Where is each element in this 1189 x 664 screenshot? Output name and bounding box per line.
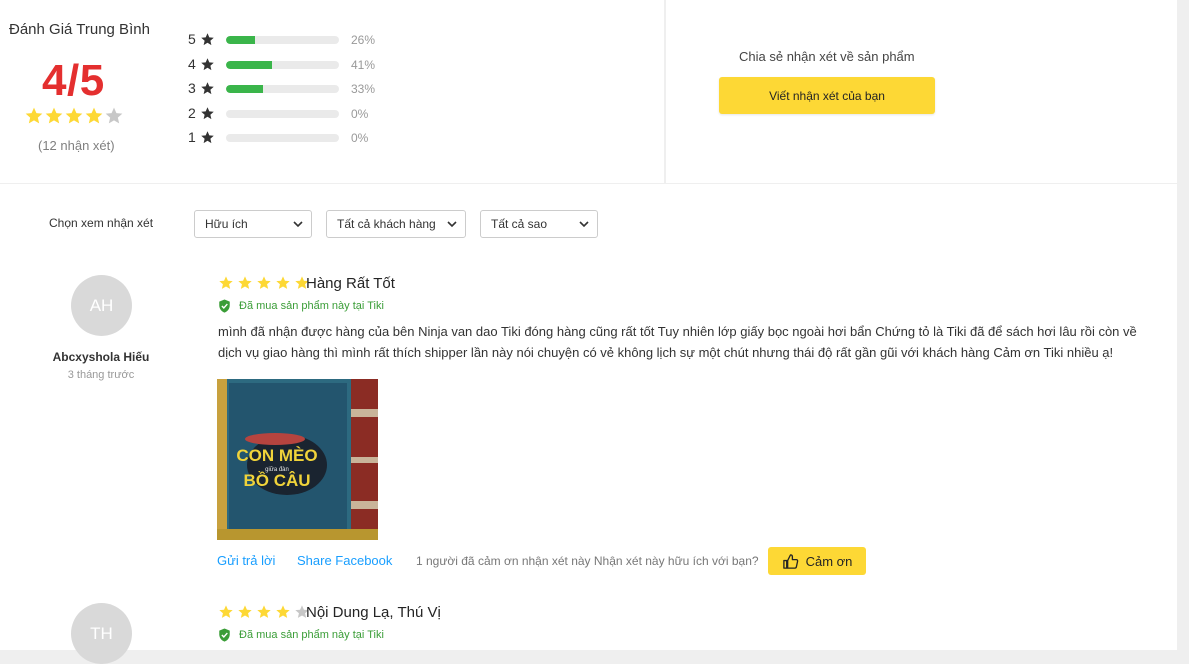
verified-purchase: Đã mua sản phẩm này tại Tiki [218,628,384,642]
rating-summary-panel: Đánh Giá Trung Bình 4/5 (12 nhận xét) 5 … [0,0,664,183]
review-content: mình đã nhận được hàng của bên Ninja van… [218,324,1137,360]
review-photo[interactable]: CON MÈO giữa đàn BỒ CÂU [217,379,378,540]
distribution-percent: 0% [351,131,369,145]
review-stars [218,275,313,291]
star-icon [24,106,44,126]
customer-filter-value: Tất cả khách hàng [337,217,436,231]
star-filter-select[interactable]: Tất cả sao [480,210,598,238]
customer-filter-select[interactable]: Tất cả khách hàng [326,210,466,238]
write-review-button[interactable]: Viết nhận xét của bạn [719,77,935,114]
distribution-star-level: 2 [188,104,196,121]
avatar: AH [71,275,132,336]
distribution-fill [226,85,264,93]
thumbs-up-icon [782,553,799,570]
sort-select-value: Hữu ích [205,217,248,231]
distribution-bar [226,36,339,44]
average-stars [24,106,124,126]
average-rating-title: Đánh Giá Trung Bình [9,21,150,38]
thanks-button-label: Cảm ơn [805,553,853,569]
distribution-bar [226,134,339,142]
reply-link[interactable]: Gửi trả lời [217,553,275,568]
review-count: (12 nhận xét) [38,138,115,153]
distribution-percent: 0% [351,106,369,121]
review-title: Hàng Rất Tốt [306,275,395,292]
star-icon [44,106,64,126]
share-review-label: Chia sẻ nhận xét về sản phẩm [739,49,915,64]
star-icon [64,106,84,126]
star-filter-value: Tất cả sao [491,217,548,231]
distribution-percent: 33% [351,82,376,96]
star-icon [218,275,234,291]
star-icon [256,275,272,291]
average-score: 4/5 [42,56,105,105]
thanks-count-text: 1 người đã cảm ơn nhận xét này Nhận xét … [416,554,759,568]
star-icon [237,275,253,291]
chevron-down-icon [293,220,303,228]
distribution-star-level: 3 [188,80,196,96]
chevron-down-icon [447,220,457,228]
distribution-bar [226,85,339,93]
distribution-fill [226,36,256,44]
sort-select[interactable]: Hữu ích [194,210,312,238]
distribution-bar [226,60,339,69]
distribution-fill [226,60,273,69]
review-title: Nội Dung Lạ, Thú Vị [306,604,441,621]
star-icon [237,604,253,620]
shield-check-icon [218,628,231,642]
cover-title-line1: CON MÈO [236,446,317,465]
distribution-star-level: 5 [188,31,196,47]
star-icon [200,130,215,145]
distribution-bar [226,109,339,118]
star-icon [200,81,215,96]
verified-purchase: Đã mua sản phẩm này tại Tiki [218,299,384,313]
thanks-button[interactable]: Cảm ơn [768,547,866,575]
chevron-down-icon [579,220,589,228]
avatar: TH [71,603,132,664]
review-stars [218,604,313,620]
book-cover-photo: CON MÈO giữa đàn BỒ CÂU [217,379,378,540]
star-icon [275,604,291,620]
star-icon [200,106,215,121]
distribution-percent: 41% [351,57,376,72]
review-time: 3 tháng trước [67,369,135,381]
star-icon [104,106,124,126]
verified-text: Đã mua sản phẩm này tại Tiki [239,629,384,641]
distribution-star-level: 4 [188,55,196,72]
reviewer-name: Abcxyshola Hiếu [52,350,150,364]
cover-title-line3: BỒ CÂU [243,471,310,490]
distribution-percent: 26% [351,33,376,47]
shield-check-icon [218,299,231,313]
filter-label: Chọn xem nhận xét [49,216,154,230]
distribution-star-level: 1 [188,129,196,145]
star-icon [84,106,104,126]
star-icon [218,604,234,620]
star-icon [200,57,215,72]
reviews-panel: Chọn xem nhận xét Hữu ích Tất cả khách h… [0,184,1177,664]
star-icon [200,32,215,47]
star-icon [275,275,291,291]
star-icon [256,604,272,620]
verified-text: Đã mua sản phẩm này tại Tiki [239,300,384,312]
share-facebook-link[interactable]: Share Facebook [297,553,392,568]
